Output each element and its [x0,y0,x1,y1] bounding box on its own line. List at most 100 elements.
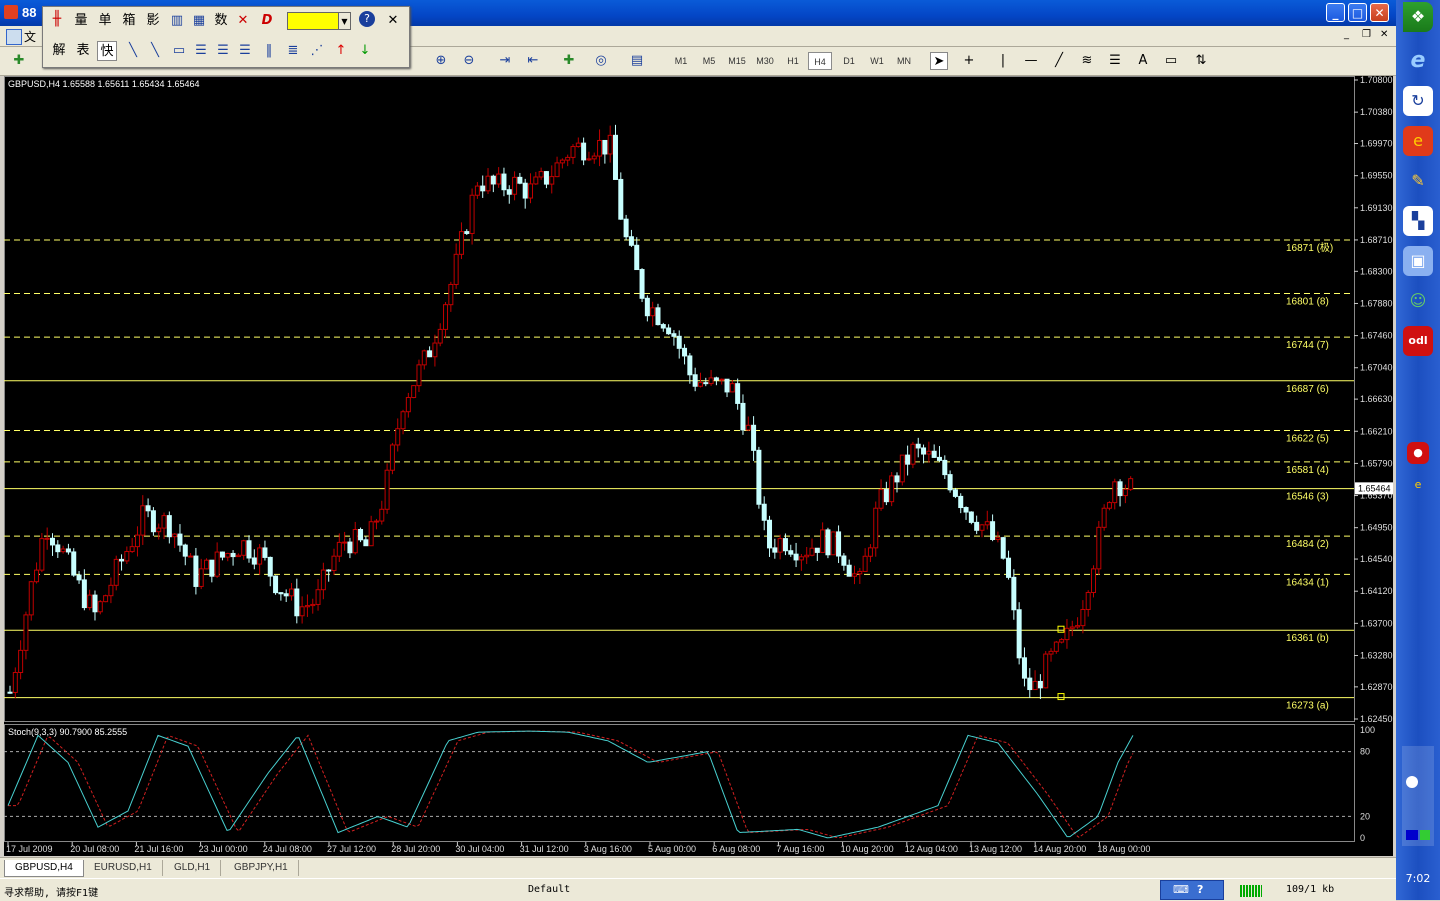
candle-body [416,364,422,387]
dx-icon[interactable]: D [257,11,277,31]
qq-icon[interactable] [1406,776,1418,788]
app-icon[interactable] [4,5,18,19]
timeframe-w1[interactable]: W1 [866,52,888,70]
color-picker[interactable] [287,12,339,30]
float-btn-8[interactable]: 快 [97,41,117,61]
timeframe-m15[interactable]: M15 [724,52,750,70]
close-button[interactable]: ✕ [1370,3,1389,22]
timeframe-m1[interactable]: M1 [670,52,692,70]
candle-body [65,548,71,553]
text-icon[interactable]: A [1134,52,1152,70]
grid-icon[interactable]: ▦ [189,11,209,31]
status-profile: Default [528,884,571,895]
horizontal-line-icon[interactable]: — [1022,52,1040,70]
vbars-icon[interactable]: ‖ [259,41,279,61]
arrow-down-icon[interactable]: ↓ [355,41,375,61]
close-icon[interactable]: ✕ [383,11,403,31]
new-chart-icon[interactable]: ✚ [10,52,28,70]
clock: 7:02 [1405,872,1431,885]
candle-body [1032,680,1038,691]
float-btn-4[interactable]: 影 [143,11,163,31]
candle-body [464,231,470,234]
users-icon[interactable]: ☺ [1403,286,1433,316]
menu-item-file[interactable]: 文 [24,28,36,45]
help-icon[interactable]: ? [359,11,375,27]
chart-shift-icon[interactable]: ⇥ [496,52,514,70]
stoch-axis-label: 100 [1360,725,1375,735]
levels3-icon[interactable]: ☰ [235,41,255,61]
tab-gld-h1[interactable]: GLD,H1 [164,860,222,876]
chevron-down-icon[interactable]: ▼ [339,12,351,30]
network-icon[interactable] [1420,830,1430,840]
float-btn-6[interactable]: 解 [49,41,69,61]
help-icon[interactable]: ? [1197,883,1203,896]
zoom-in-icon[interactable]: ⊕ [432,52,450,70]
timeframe-m5[interactable]: M5 [698,52,720,70]
mdi-minimize-icon[interactable]: _ [1344,29,1349,40]
ie-small-icon[interactable]: e [1407,474,1429,496]
ie-icon[interactable]: e [1403,46,1433,76]
level-label: 16744 (7) [1286,340,1329,351]
zoom-out-icon[interactable]: ⊖ [460,52,478,70]
keyboard-icon[interactable]: ⌨ [1173,883,1189,896]
label-icon[interactable]: ▭ [1162,52,1180,70]
hlines-icon[interactable]: ≣ [283,41,303,61]
timeframe-d1[interactable]: D1 [838,52,860,70]
chess-icon[interactable]: ▚ [1403,206,1433,236]
cursor-icon[interactable]: ➤ [930,52,948,70]
periods-icon[interactable]: ◎ [592,52,610,70]
mdi-restore-icon[interactable]: ❐ [1362,29,1371,40]
channel-icon[interactable]: ≋ [1078,52,1096,70]
timeframe-h4[interactable]: H4 [808,52,832,70]
disk-icon[interactable]: ▣ [1403,246,1433,276]
maximize-button[interactable]: □ [1348,3,1367,22]
autoscroll-icon[interactable]: ⇤ [524,52,542,70]
time-axis-label: 28 Jul 20:00 [391,844,440,854]
float-btn-1[interactable]: 量 [71,11,91,31]
fan-icon[interactable]: ⋰ [307,41,327,61]
odl-icon[interactable]: odl [1403,326,1433,356]
fibonacci-icon[interactable]: ☰ [1106,52,1124,70]
price-axis-label: 1.64950 [1360,523,1393,533]
candle-icon[interactable]: ╫ [47,11,67,31]
vertical-line-icon[interactable]: | [994,52,1012,70]
candle-body [1069,626,1075,629]
timeframe-mn[interactable]: MN [892,52,916,70]
refresh-icon[interactable]: ↻ [1403,86,1433,116]
monitor-icon[interactable] [1406,830,1418,840]
indicators-icon[interactable]: ✚ [560,52,578,70]
time-axis-label: 23 Jul 00:00 [199,844,248,854]
ie-icon-2[interactable]: e [1403,126,1433,156]
cn-icon[interactable]: ● [1407,442,1429,464]
windows-logo-icon[interactable]: ❖ [1403,2,1433,32]
crosshair-icon[interactable]: + [960,52,978,70]
levels2-icon[interactable]: ☰ [213,41,233,61]
float-btn-7[interactable]: 表 [73,41,93,61]
arrows-icon[interactable]: ⇅ [1192,52,1210,70]
tab-gbpjpy-h1[interactable]: GBPJPY,H1 [224,860,299,876]
candle-body [703,382,709,385]
minimize-button[interactable]: _ [1326,3,1345,22]
tab-eurusd-h1[interactable]: EURUSD,H1 [84,860,163,876]
chart-canvas[interactable]: 1.70800 1.70380 1.69970 1.69550 1.69130 1.687… [4,76,1393,856]
rectangle-icon[interactable]: ▭ [169,41,189,61]
line-icon[interactable]: ╲ [123,41,143,61]
line2-icon[interactable]: ╲ [145,41,165,61]
trendline-icon[interactable]: ╱ [1050,52,1068,70]
templates-icon[interactable]: ▤ [628,52,646,70]
float-btn-2[interactable]: 单 [95,11,115,31]
levels-icon[interactable]: ☰ [191,41,211,61]
timeframe-m30[interactable]: M30 [752,52,778,70]
tab-gbpusd-h4[interactable]: GBPUSD,H4 [4,860,84,877]
pencil-icon[interactable]: ✎ [1403,166,1433,196]
cross-icon[interactable]: ✕ [233,11,253,31]
float-btn-5[interactable]: 数 [211,11,231,31]
float-btn-3[interactable]: 箱 [119,11,139,31]
candle-body [533,176,539,185]
timeframe-h1[interactable]: H1 [782,52,804,70]
chart-window[interactable]: 1.70800 1.70380 1.69970 1.69550 1.69130 1.687… [4,76,1393,856]
bars-icon[interactable]: ▥ [167,11,187,31]
candle-body [756,449,762,505]
mdi-close-icon[interactable]: ✕ [1380,29,1388,40]
arrow-up-icon[interactable]: ↑ [331,41,351,61]
